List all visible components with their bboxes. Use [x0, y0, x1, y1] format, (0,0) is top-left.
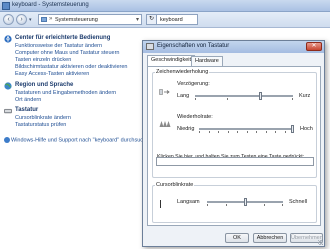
ease-of-access-icon [4, 35, 12, 43]
chevron-down-icon[interactable]: ▾ [136, 16, 139, 23]
address-bar[interactable]: » Systemsteuerung ▾ [38, 14, 142, 25]
rate-min-label: Niedrig [177, 126, 195, 132]
slider-thumb[interactable] [258, 92, 262, 100]
cursor-max-label: Schnell [289, 199, 308, 205]
control-panel-icon [2, 2, 10, 10]
control-panel-titlebar[interactable]: keyboard - Systemsteuerung [0, 0, 330, 12]
slider-tick [237, 131, 238, 133]
slider-tick [265, 131, 267, 133]
close-button[interactable]: ✕ [306, 42, 322, 51]
delay-max-label: Kurz [299, 93, 311, 99]
link-onscreen-keyboard[interactable]: Bildschirmtastatur aktivieren oder deakt… [15, 64, 128, 70]
delay-min-label: Lang [177, 93, 190, 99]
repeat-delay-icon [159, 88, 171, 96]
keyboard-icon [146, 43, 154, 50]
slider-tick [227, 131, 229, 133]
repeat-delay-slider[interactable] [195, 92, 293, 100]
arrow-left-icon: ‹ [7, 16, 10, 23]
link-easy-access-keys[interactable]: Easy Access-Tasten aktivieren [15, 71, 89, 77]
keyboard-properties-dialog: Eigenschaften von Tastatur ✕ Geschwindig… [142, 40, 325, 247]
slider-track [195, 95, 293, 97]
refresh-icon[interactable]: ↻ [146, 14, 157, 25]
cursor-blink-slider[interactable] [207, 198, 283, 206]
speed-tab-panel: Zeichenwiederholung Verzögerung: Lang Ku… [147, 66, 321, 226]
link-keyboard-function[interactable]: Funktionsweise der Tastatur ändern [15, 43, 102, 49]
repeat-rate-slider[interactable] [199, 125, 294, 133]
help-search-link[interactable]: Windows-Hilfe und Support nach "keyboard… [4, 137, 152, 143]
slider-thumb[interactable] [291, 125, 294, 133]
slider-thumb[interactable] [243, 198, 247, 206]
slider-tick [226, 204, 227, 206]
slider-tick [284, 131, 286, 133]
delay-label: Verzögerung: [177, 81, 210, 87]
link-no-mouse-keyboard[interactable]: Computer ohne Maus und Tastatur steuern [15, 50, 119, 56]
category-title[interactable]: Tastatur [15, 107, 38, 113]
text-cursor-icon [160, 200, 161, 208]
address-text[interactable]: Systemsteuerung [55, 17, 98, 23]
cursor-blink-group: Cursorblinkrate Langsam Schnell [152, 182, 317, 223]
cursor-min-label: Langsam [177, 199, 200, 205]
chevron-right-icon[interactable]: » [49, 16, 52, 22]
slider-tick [275, 131, 276, 133]
slider-tick [227, 98, 229, 100]
rate-label: Wiederholrate: [177, 114, 213, 120]
forward-button[interactable]: › [16, 14, 27, 25]
link-change-location[interactable]: Ort ändern [15, 97, 41, 103]
repeat-test-input[interactable] [156, 157, 314, 166]
back-button[interactable]: ‹ [3, 14, 14, 25]
search-input[interactable]: keyboard [160, 17, 183, 23]
navigation-bar: ‹ › ▾ » Systemsteuerung ▾ ↻ keyboard [0, 12, 330, 28]
cancel-button[interactable]: Abbrechen [253, 233, 287, 243]
link-keyboard-status[interactable]: Tastaturstatus prüfen [15, 122, 66, 128]
repeat-rate-icon [159, 120, 171, 128]
category-title[interactable]: Center für erleichterte Bedienung [15, 35, 110, 41]
slider-tick [199, 131, 200, 133]
ok-button[interactable]: OK [225, 233, 249, 243]
resize-grip[interactable] [318, 240, 323, 245]
slider-tick [256, 131, 257, 133]
slider-tick [282, 204, 283, 206]
recent-pages-dropdown-icon[interactable]: ▾ [29, 17, 34, 23]
group-label: Zeichenwiederholung [155, 69, 210, 75]
link-sticky-keys[interactable]: Tasten einzeln drücken [15, 57, 71, 63]
link-input-methods[interactable]: Tastaturen und Eingabemethoden ändern [15, 90, 116, 96]
slider-tick [246, 131, 248, 133]
slider-track [199, 128, 294, 130]
tab-speed[interactable]: Geschwindigkeit [147, 55, 196, 66]
slider-tick [208, 131, 210, 133]
slider-tick [264, 204, 265, 206]
rate-max-label: Hoch [300, 126, 313, 132]
help-link-text[interactable]: Windows-Hilfe und Support nach "keyboard… [11, 137, 152, 143]
slider-tick [292, 98, 293, 100]
keyboard-icon [4, 109, 12, 114]
slider-tick [207, 204, 208, 206]
search-box[interactable]: ↻ keyboard [146, 14, 198, 25]
slider-tick [195, 98, 196, 100]
dialog-title: Eigenschaften von Tastatur [157, 43, 230, 49]
help-icon [4, 137, 10, 143]
slider-tick [218, 131, 219, 133]
link-cursor-blink-rate[interactable]: Cursorblinkrate ändern [15, 115, 71, 121]
globe-icon [4, 82, 12, 90]
category-title[interactable]: Region und Sprache [15, 82, 73, 88]
tab-hardware[interactable]: Hardware [191, 56, 223, 66]
close-icon: ✕ [311, 43, 317, 49]
arrow-right-icon: › [20, 16, 23, 23]
window-title: keyboard - Systemsteuerung [12, 2, 89, 8]
dialog-titlebar[interactable]: Eigenschaften von Tastatur ✕ [143, 41, 324, 53]
group-label: Cursorblinkrate [155, 182, 195, 188]
control-panel-folder-icon [41, 17, 47, 22]
